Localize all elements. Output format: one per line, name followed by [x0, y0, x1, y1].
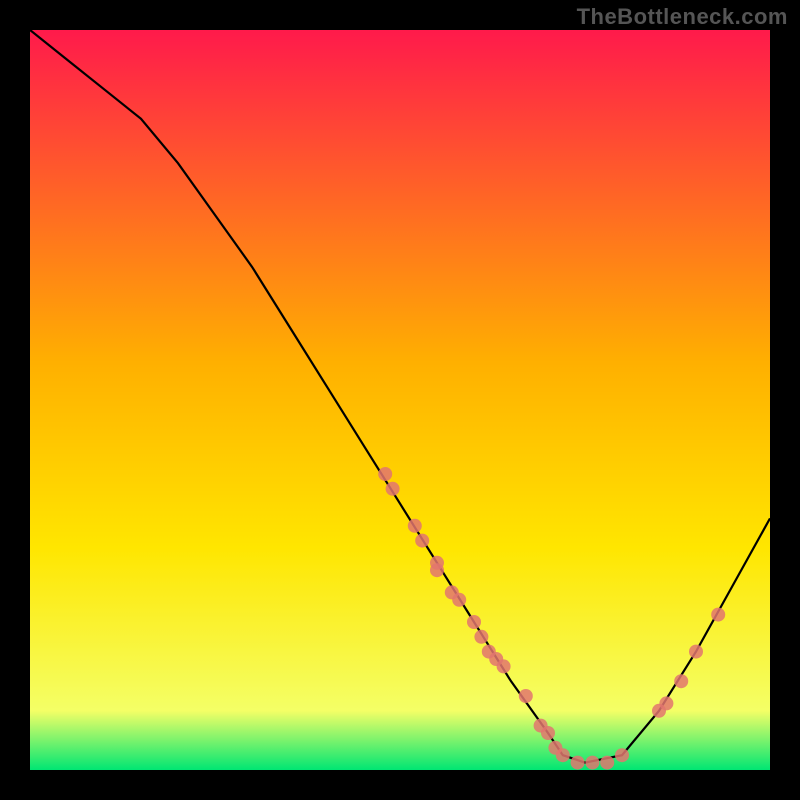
- highlight-point: [474, 630, 488, 644]
- highlight-point: [497, 659, 511, 673]
- highlight-point: [415, 534, 429, 548]
- chart-svg: [30, 30, 770, 770]
- highlight-point: [556, 748, 570, 762]
- highlight-point: [659, 696, 673, 710]
- highlight-point: [571, 756, 585, 770]
- watermark-text: TheBottleneck.com: [577, 4, 788, 30]
- highlight-point: [711, 608, 725, 622]
- highlight-point: [674, 674, 688, 688]
- highlight-point: [467, 615, 481, 629]
- highlight-point: [378, 467, 392, 481]
- highlight-point: [541, 726, 555, 740]
- chart-frame: TheBottleneck.com: [0, 0, 800, 800]
- highlight-point: [430, 563, 444, 577]
- highlight-point: [408, 519, 422, 533]
- highlight-point: [386, 482, 400, 496]
- highlight-point: [600, 756, 614, 770]
- highlight-point: [615, 748, 629, 762]
- plot-area: [30, 30, 770, 770]
- highlight-point: [689, 645, 703, 659]
- highlight-point: [585, 756, 599, 770]
- highlight-point: [452, 593, 466, 607]
- highlight-point: [519, 689, 533, 703]
- gradient-background: [30, 30, 770, 770]
